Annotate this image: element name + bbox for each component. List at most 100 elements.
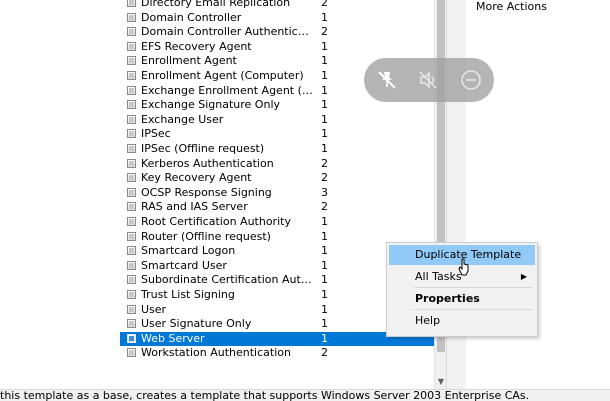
template-name: Web Server <box>141 331 205 345</box>
certificate-template-icon <box>127 71 136 80</box>
list-gutter <box>0 0 118 389</box>
certificate-template-icon <box>127 158 136 168</box>
template-version: 1 <box>321 288 328 301</box>
floating-toolbar <box>364 58 494 102</box>
template-row[interactable]: Domain Controller 1 <box>124 11 434 25</box>
template-version: 1 <box>321 215 328 228</box>
scroll-down-icon[interactable]: ▼ <box>436 377 446 387</box>
more-actions-link[interactable]: More Actions <box>476 0 547 13</box>
certificate-template-icon <box>127 85 136 95</box>
template-version: 2 <box>321 0 328 9</box>
template-name: Directory Email Replication <box>141 0 291 9</box>
certificate-template-icon <box>127 260 136 270</box>
template-version: 2 <box>321 156 328 170</box>
template-row[interactable]: Domain Controller Authentication 2 <box>124 25 434 39</box>
template-row[interactable]: Exchange User 1 <box>124 113 434 127</box>
template-name: Trust List Signing <box>141 288 235 301</box>
template-name: Domain Controller <box>141 10 242 24</box>
certificate-template-icon <box>127 56 136 66</box>
template-version: 1 <box>321 331 328 345</box>
template-version: 1 <box>321 83 328 97</box>
certificate-template-icon <box>127 41 136 51</box>
certificate-template-icon <box>127 217 136 226</box>
certificate-template-icon <box>127 275 136 285</box>
certificate-template-icon <box>127 202 136 212</box>
template-name: Enrollment Agent (Computer) <box>141 69 304 82</box>
certificate-template-icon <box>127 348 136 358</box>
certificate-template-icon <box>127 0 136 7</box>
certificate-template-icon <box>127 100 136 110</box>
template-version: 1 <box>321 142 328 155</box>
certificate-template-icon <box>127 304 136 314</box>
template-name: Subordinate Certification Authority <box>141 273 313 287</box>
certificate-template-icon <box>127 114 136 124</box>
template-row[interactable]: Kerberos Authentication 2 <box>124 157 434 171</box>
template-name: OCSP Response Signing <box>141 185 272 199</box>
menu-separator <box>414 287 532 288</box>
certificate-template-icon <box>127 129 136 139</box>
template-version: 1 <box>321 39 328 53</box>
template-version: 2 <box>321 25 328 39</box>
context-menu: Duplicate Template All Tasks ▶ Properties He… <box>386 242 538 337</box>
template-version: 1 <box>321 317 328 331</box>
certificate-template-icon <box>127 333 136 343</box>
template-row[interactable]: Directory Email Replication 2 <box>124 0 434 10</box>
template-version: 2 <box>321 200 328 214</box>
template-name: Smartcard User <box>141 258 227 272</box>
template-version: 1 <box>321 258 328 272</box>
menu-item-help[interactable]: Help <box>389 311 535 331</box>
mouse-cursor-icon <box>458 258 470 276</box>
template-name: Exchange User <box>141 112 224 126</box>
template-version: 1 <box>321 54 328 68</box>
template-row[interactable]: Root Certification Authority 1 <box>124 215 434 229</box>
certificate-template-icon <box>127 290 136 299</box>
mute-icon[interactable] <box>415 67 441 93</box>
template-version: 2 <box>321 346 328 360</box>
template-name: Exchange Signature Only <box>141 98 281 112</box>
menu-separator <box>414 309 532 310</box>
template-name: Enrollment Agent <box>141 54 237 68</box>
template-name: IPSec (Offline request) <box>141 142 265 155</box>
template-version: 1 <box>321 127 328 141</box>
template-row[interactable]: RAS and IAS Server 2 <box>124 200 434 214</box>
template-version: 1 <box>321 112 328 126</box>
template-version: 1 <box>321 302 328 316</box>
template-version: 1 <box>321 98 328 112</box>
template-name: Workstation Authentication <box>141 346 291 360</box>
template-version: 1 <box>321 69 328 82</box>
certificate-template-icon <box>127 27 136 37</box>
certificate-template-icon <box>127 187 136 197</box>
template-row[interactable]: Workstation Authentication 2 <box>124 346 434 360</box>
template-row[interactable]: Key Recovery Agent 2 <box>124 171 434 185</box>
certificate-template-icon <box>127 246 136 256</box>
template-row[interactable]: EFS Recovery Agent 1 <box>124 40 434 54</box>
template-name: Exchange Enrollment Agent (Offline requ.… <box>141 83 313 97</box>
template-version: 1 <box>321 244 328 258</box>
certificate-template-icon <box>127 12 136 22</box>
certificate-template-icon <box>127 144 136 153</box>
menu-item-label: All Tasks <box>415 270 462 283</box>
template-name: Key Recovery Agent <box>141 171 252 185</box>
template-name: Domain Controller Authentication <box>141 25 313 39</box>
template-row[interactable]: IPSec (Offline request) 1 <box>124 142 434 156</box>
template-version: 3 <box>321 185 328 199</box>
template-name: User Signature Only <box>141 317 252 331</box>
menu-item-properties[interactable]: Properties <box>389 289 535 309</box>
template-version: 2 <box>321 171 328 185</box>
template-name: Kerberos Authentication <box>141 156 274 170</box>
template-name: User <box>141 302 167 316</box>
template-name: Root Certification Authority <box>141 215 291 228</box>
certificate-template-icon <box>127 319 136 329</box>
template-name: EFS Recovery Agent <box>141 39 252 53</box>
template-name: RAS and IAS Server <box>141 200 248 214</box>
chevron-right-icon: ▶ <box>520 272 527 281</box>
pin-off-icon[interactable] <box>374 67 400 93</box>
template-row[interactable]: IPSec 1 <box>124 127 434 141</box>
template-version: 1 <box>321 10 328 24</box>
status-text: this template as a base, creates a templ… <box>0 389 530 401</box>
minus-icon[interactable] <box>458 67 484 93</box>
template-version: 1 <box>321 229 328 243</box>
template-version: 1 <box>321 273 328 287</box>
template-name: Smartcard Logon <box>141 244 236 258</box>
template-row[interactable]: OCSP Response Signing 3 <box>124 186 434 200</box>
